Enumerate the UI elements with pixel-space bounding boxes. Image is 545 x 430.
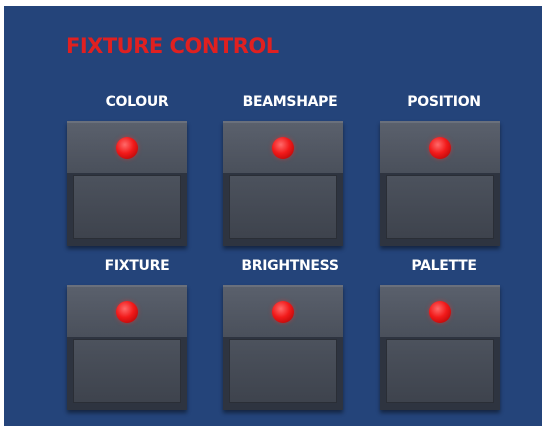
position-label: POSITION [407,94,481,110]
position-button-face[interactable] [386,175,494,239]
brightness-button-face[interactable] [229,339,337,403]
fixture-control-panel: FIXTURE CONTROL COLOUR BEAMSHAPE POSITIO… [4,6,542,426]
fixture-button-face[interactable] [73,339,181,403]
fixture-button[interactable] [67,285,187,410]
palette-label: PALETTE [411,258,477,274]
beamshape-label: BEAMSHAPE [242,94,338,110]
palette-led-indicator [429,301,451,323]
colour-button[interactable] [67,121,187,246]
fixture-led-indicator [116,301,138,323]
beamshape-button-face[interactable] [229,175,337,239]
beamshape-led-indicator [272,137,294,159]
brightness-label: BRIGHTNESS [241,258,339,274]
position-button[interactable] [380,121,500,246]
brightness-button[interactable] [223,285,343,410]
colour-label: COLOUR [105,94,169,110]
fixture-label: FIXTURE [104,258,170,274]
palette-button-face[interactable] [386,339,494,403]
brightness-led-indicator [272,301,294,323]
beamshape-button[interactable] [223,121,343,246]
panel-title: FIXTURE CONTROL [66,34,279,58]
palette-button[interactable] [380,285,500,410]
position-led-indicator [429,137,451,159]
colour-led-indicator [116,137,138,159]
colour-button-face[interactable] [73,175,181,239]
